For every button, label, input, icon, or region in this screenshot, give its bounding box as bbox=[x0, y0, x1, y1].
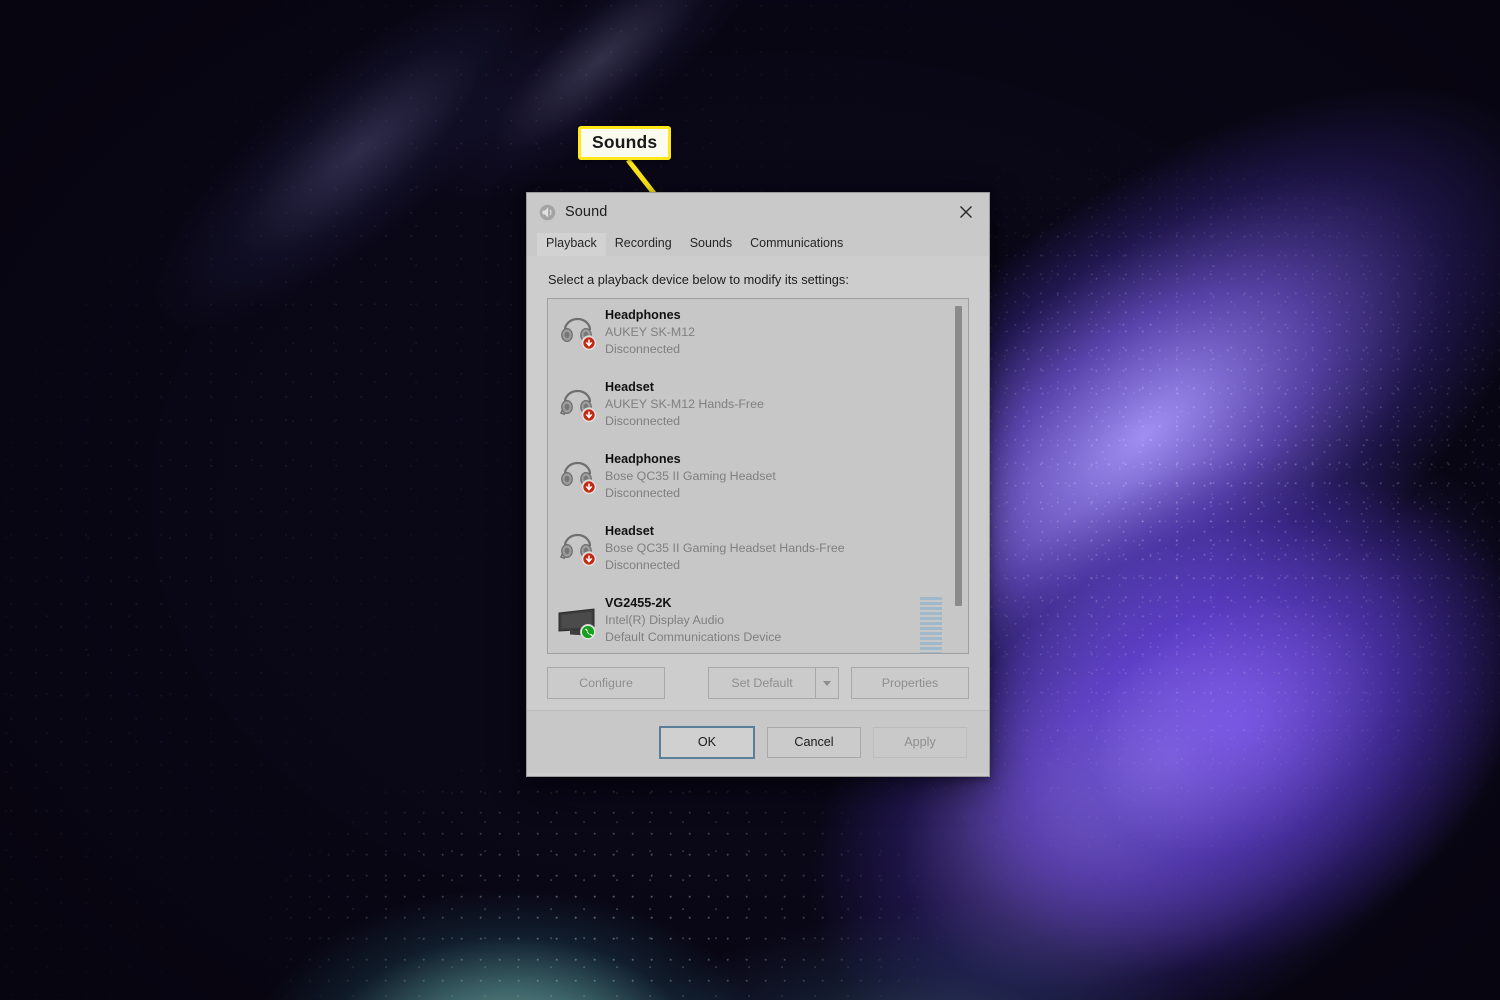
apply-button[interactable]: Apply bbox=[873, 726, 967, 758]
device-status: Disconnected bbox=[605, 486, 681, 500]
device-text: VG2455-2K Intel(R) Display Audio Default… bbox=[605, 594, 920, 646]
device-list[interactable]: Headphones AUKEY SK-M12 Disconnected Hea… bbox=[547, 298, 969, 654]
table-row[interactable]: Headphones Bose QC35 II Gaming Headset D… bbox=[548, 443, 968, 515]
device-description: Bose QC35 II Gaming Headset bbox=[605, 469, 776, 483]
configure-button[interactable]: Configure bbox=[547, 667, 665, 699]
device-name: Headphones bbox=[605, 452, 681, 466]
device-text: Headphones Bose QC35 II Gaming Headset D… bbox=[605, 450, 920, 502]
device-status: Disconnected bbox=[605, 342, 681, 356]
tab-recording[interactable]: Recording bbox=[606, 233, 681, 256]
device-description: AUKEY SK-M12 Hands-Free bbox=[605, 397, 764, 411]
headset-icon bbox=[556, 522, 600, 568]
device-description: Bose QC35 II Gaming Headset Hands-Free bbox=[605, 541, 845, 555]
ok-button[interactable]: OK bbox=[659, 725, 755, 759]
tab-playback[interactable]: Playback bbox=[537, 233, 606, 256]
device-description: Intel(R) Display Audio bbox=[605, 613, 725, 627]
tab-sounds[interactable]: Sounds bbox=[681, 233, 741, 256]
screen: Sounds Sound Playback Recording Sounds C… bbox=[0, 0, 1500, 1000]
device-status: Default Communications Device bbox=[605, 630, 782, 644]
cancel-button[interactable]: Cancel bbox=[767, 726, 861, 758]
dialog-footer: OK Cancel Apply bbox=[527, 710, 989, 773]
device-name: Headset bbox=[605, 524, 654, 538]
volume-meter bbox=[920, 597, 942, 653]
tab-strip: Playback Recording Sounds Communications bbox=[527, 231, 989, 256]
device-rows: Headphones AUKEY SK-M12 Disconnected Hea… bbox=[548, 299, 968, 653]
device-name: Headphones bbox=[605, 308, 681, 322]
device-text: Headset AUKEY SK-M12 Hands-Free Disconne… bbox=[605, 378, 920, 430]
device-description: AUKEY SK-M12 bbox=[605, 325, 695, 339]
device-text: Headset Bose QC35 II Gaming Headset Hand… bbox=[605, 522, 920, 574]
dialog-body: Select a playback device below to modify… bbox=[527, 256, 989, 776]
headset-icon bbox=[556, 378, 600, 424]
device-name: VG2455-2K bbox=[605, 596, 672, 610]
device-name: Headset bbox=[605, 380, 654, 394]
speaker-icon bbox=[539, 204, 556, 220]
set-default-split-button: Set Default bbox=[708, 667, 839, 699]
device-action-buttons: Configure Set Default Properties bbox=[547, 656, 969, 710]
sound-dialog: Sound Playback Recording Sounds Communic… bbox=[526, 192, 990, 777]
headset-icon bbox=[556, 450, 600, 496]
device-status: Disconnected bbox=[605, 558, 681, 572]
set-default-dropdown-button[interactable] bbox=[815, 667, 839, 699]
chevron-down-icon bbox=[823, 680, 831, 686]
properties-button[interactable]: Properties bbox=[851, 667, 969, 699]
dialog-titlebar[interactable]: Sound bbox=[527, 193, 989, 231]
monitor-icon bbox=[556, 594, 600, 640]
playback-hint: Select a playback device below to modify… bbox=[548, 272, 849, 287]
tab-communications[interactable]: Communications bbox=[741, 233, 852, 256]
table-row[interactable]: Headset Bose QC35 II Gaming Headset Hand… bbox=[548, 515, 968, 587]
scrollbar-thumb[interactable] bbox=[955, 306, 962, 606]
table-row[interactable]: Headphones AUKEY SK-M12 Disconnected bbox=[548, 299, 968, 371]
set-default-button[interactable]: Set Default bbox=[708, 667, 815, 699]
table-row[interactable]: VG2455-2K Intel(R) Display Audio Default… bbox=[548, 587, 968, 653]
device-status: Disconnected bbox=[605, 414, 681, 428]
table-row[interactable]: Headset AUKEY SK-M12 Hands-Free Disconne… bbox=[548, 371, 968, 443]
close-icon bbox=[960, 206, 972, 218]
headset-icon bbox=[556, 306, 600, 352]
callout-label: Sounds bbox=[578, 126, 672, 160]
device-list-scrollbar[interactable] bbox=[950, 300, 967, 652]
device-text: Headphones AUKEY SK-M12 Disconnected bbox=[605, 306, 920, 358]
close-button[interactable] bbox=[943, 193, 989, 231]
dialog-title: Sound bbox=[565, 204, 608, 220]
